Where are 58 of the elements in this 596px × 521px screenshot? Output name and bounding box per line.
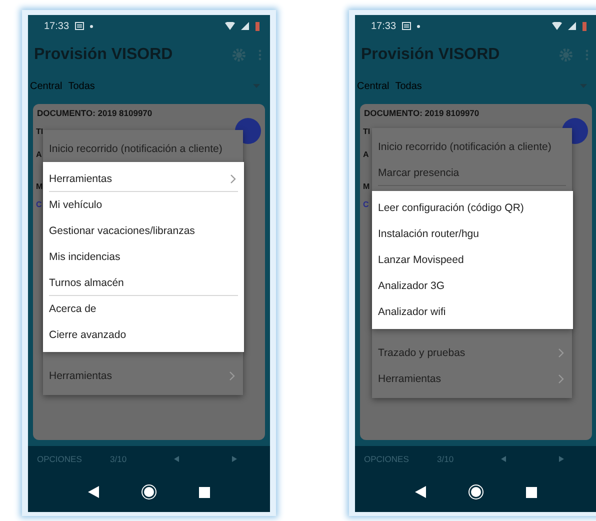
link-text: C xyxy=(363,200,369,209)
more-icon[interactable] xyxy=(258,49,262,61)
more-icon[interactable] xyxy=(585,49,589,61)
menu-item[interactable]: Cierre avanzado xyxy=(49,322,238,348)
signal-icon xyxy=(568,22,576,30)
wifi-icon xyxy=(225,22,235,30)
dot-icon xyxy=(417,24,420,28)
field-label: TI xyxy=(363,127,370,136)
recents-icon[interactable] xyxy=(199,486,210,498)
status-time: 17:33 xyxy=(371,20,396,32)
field-label: A xyxy=(363,150,369,159)
app-title: Provisión VISORD xyxy=(34,46,174,64)
menu-item[interactable]: Turnos almacén xyxy=(49,270,238,296)
back-icon[interactable] xyxy=(88,486,99,498)
filter-label: Central xyxy=(30,80,62,92)
menu-item[interactable]: Leer configuración (código QR) xyxy=(378,195,567,221)
menu-item[interactable]: Lanzar Movispeed xyxy=(378,247,567,273)
notification-icon xyxy=(402,22,412,30)
chevron-icon xyxy=(230,174,236,184)
menu-item[interactable]: Herramientas xyxy=(49,166,238,192)
menu-item[interactable]: Acerca de xyxy=(49,296,238,322)
menu-item[interactable]: Instalación router/hgu xyxy=(378,221,567,247)
menu-item[interactable]: Mis incidencias xyxy=(49,244,238,270)
chevron-icon xyxy=(229,370,235,380)
settings-icon[interactable] xyxy=(232,48,246,62)
app-title: Provisión VISORD xyxy=(361,46,501,64)
link-text: C xyxy=(36,200,42,209)
next-icon[interactable] xyxy=(232,456,237,462)
battery-icon xyxy=(582,21,587,31)
field-label: M xyxy=(363,182,370,191)
chevron-icon xyxy=(558,348,564,358)
page-counter: 3/10 xyxy=(110,454,128,464)
filter-label: Central xyxy=(357,80,390,92)
field-label: TI xyxy=(36,127,44,136)
recents-icon[interactable] xyxy=(526,486,537,498)
previous-icon[interactable] xyxy=(501,456,506,462)
field-label: A xyxy=(36,150,42,159)
wifi-icon xyxy=(552,22,562,30)
signal-icon xyxy=(241,22,249,30)
previous-icon[interactable] xyxy=(174,456,179,462)
menu-item[interactable]: Gestionar vacaciones/libranzas xyxy=(49,218,238,244)
notification-icon xyxy=(75,22,84,30)
next-icon[interactable] xyxy=(559,456,564,462)
settings-icon[interactable] xyxy=(559,48,573,62)
status-time: 17:33 xyxy=(44,20,70,32)
home-icon[interactable] xyxy=(468,484,484,500)
back-icon[interactable] xyxy=(415,486,426,498)
menu-item[interactable]: Mi vehículo xyxy=(49,192,238,218)
page-counter: 3/10 xyxy=(437,454,455,464)
document-number: DOCUMENTO: 2019 8109970 xyxy=(37,108,152,118)
dot-icon xyxy=(90,24,94,28)
document-number: DOCUMENTO: 2019 8109970 xyxy=(364,108,480,118)
menu-item[interactable]: Analizador wifi xyxy=(378,299,567,325)
field-label: M xyxy=(36,182,43,191)
menu-item[interactable]: Analizador 3G xyxy=(378,273,567,299)
home-icon[interactable] xyxy=(141,484,157,500)
chevron-icon xyxy=(558,374,564,384)
battery-icon xyxy=(255,21,260,31)
